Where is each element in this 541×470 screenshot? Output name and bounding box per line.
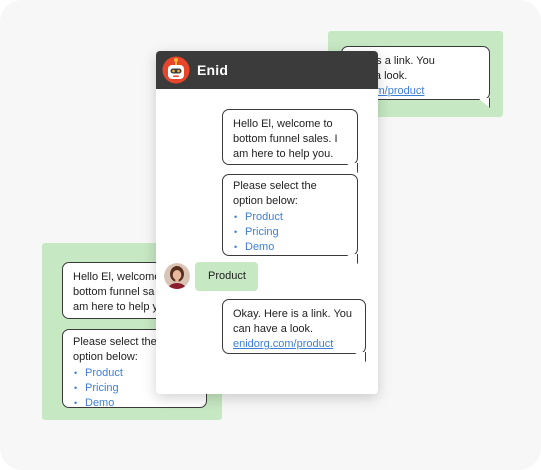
select-line-1: Please select the	[233, 180, 317, 192]
canvas: y. Here is a link. You have a look. orgc…	[0, 0, 541, 470]
link-bubble: Okay. Here is a link. You can have a loo…	[222, 299, 366, 362]
robot-avatar-icon	[162, 56, 190, 84]
link-line-1: Okay. Here is a link. You	[233, 308, 353, 320]
option-pricing[interactable]: Pricing	[233, 225, 347, 240]
welcome-line-2: bottom funnel sales. I	[233, 133, 338, 145]
user-reply-text: Product	[208, 270, 246, 282]
option-list: Product Pricing Demo	[233, 210, 347, 255]
chat-window: Enid Hello El, welcome to bottom funnel …	[156, 51, 378, 394]
welcome-line-1: Hello El, welcome to	[233, 118, 333, 130]
bot-name: Enid	[197, 62, 229, 78]
product-link[interactable]: enidorg.com/product	[233, 337, 355, 352]
user-avatar-icon	[164, 263, 190, 289]
bubble-tail	[354, 352, 366, 362]
welcome-line-3: am here to help you.	[233, 148, 334, 160]
option-product[interactable]: Product	[233, 210, 347, 225]
user-reply-bubble: Product	[195, 262, 258, 291]
select-line-2: option below:	[233, 195, 298, 207]
bubble-tail	[346, 254, 358, 264]
link-line-2: can have a look.	[233, 323, 314, 335]
options-bubble: Please select the option below: Product …	[222, 174, 358, 264]
bg-option-demo[interactable]: Demo	[73, 396, 196, 407]
bubble-tail	[346, 163, 358, 173]
chat-header: Enid	[156, 51, 378, 89]
option-demo[interactable]: Demo	[233, 240, 347, 255]
welcome-bubble: Hello El, welcome to bottom funnel sales…	[222, 109, 358, 173]
